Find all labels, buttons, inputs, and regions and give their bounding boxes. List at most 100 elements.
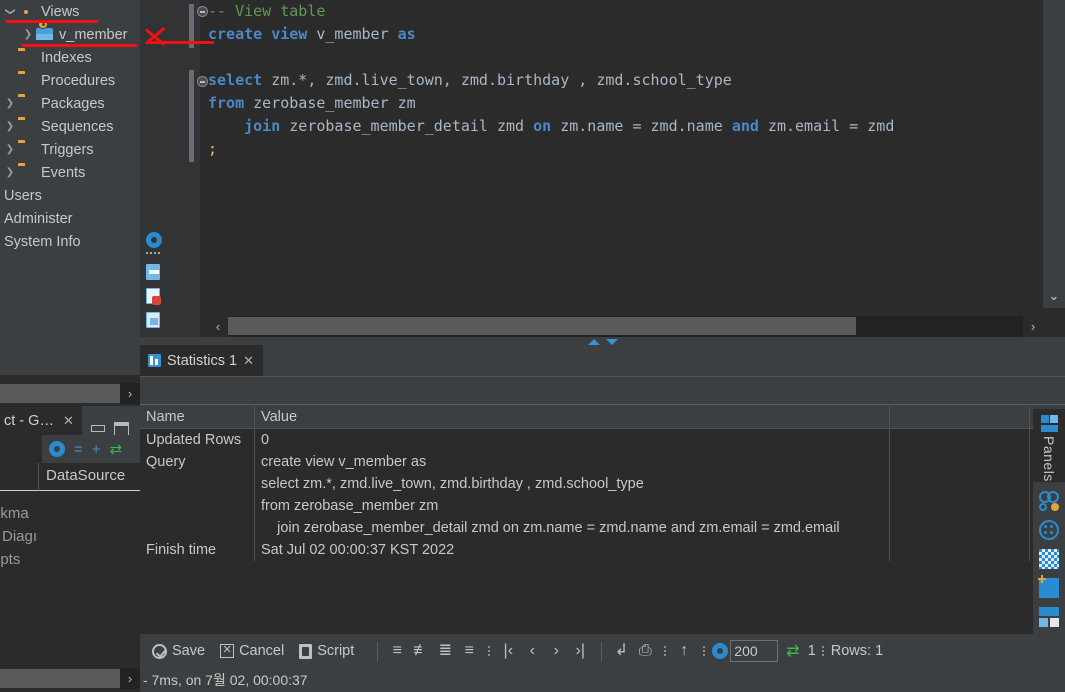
fetch-all-icon[interactable]: ⎙: [634, 641, 656, 661]
bg-tab[interactable]: ct - G… ✕: [0, 406, 82, 435]
config-gear-icon[interactable]: [712, 643, 729, 659]
cell-extra[interactable]: [890, 451, 1030, 473]
cell-value[interactable]: select zm.*, zmd.live_town, zmd.birthday…: [255, 473, 890, 495]
column-header-name[interactable]: Name: [140, 406, 255, 428]
export-icon[interactable]: ↑: [673, 641, 695, 661]
hscroll-thumb[interactable]: [228, 317, 857, 335]
gear-icon[interactable]: [146, 232, 164, 250]
relations-icon[interactable]: [1039, 490, 1059, 511]
overflow-dots-1[interactable]: [488, 642, 491, 661]
tree-item-indexes[interactable]: ❯Indexes: [0, 46, 140, 69]
previous-page-icon[interactable]: ‹: [521, 641, 543, 661]
hscroll-right-arrow[interactable]: ›: [1023, 316, 1043, 337]
chevron-right-icon[interactable]: ❯: [2, 121, 18, 132]
export-document-icon[interactable]: [146, 264, 164, 282]
minus-icon[interactable]: =: [74, 441, 83, 458]
sql-editor[interactable]: -- View table create view v_member as sel…: [140, 0, 1065, 340]
next-page-icon[interactable]: ›: [545, 641, 567, 661]
bg-item-okma[interactable]: okma: [0, 505, 29, 522]
bg-scrollbar-bottom[interactable]: ›: [0, 668, 140, 689]
error-document-icon[interactable]: [146, 288, 164, 306]
editor-vertical-scrollbar[interactable]: ⌄: [1043, 0, 1065, 308]
table-row[interactable]: Query create view v_member as: [140, 451, 1033, 473]
fetch-next-icon[interactable]: ↲: [610, 641, 632, 661]
cell-value[interactable]: Sat Jul 02 00:00:37 KST 2022: [255, 539, 890, 561]
add-row-icon[interactable]: ≢: [410, 641, 432, 661]
bg-toolbar[interactable]: = + ⇄: [0, 435, 140, 463]
cell-extra[interactable]: [890, 429, 1030, 451]
tab-statistics-1[interactable]: Statistics 1 ✕: [140, 345, 264, 376]
layout-icon[interactable]: [1039, 606, 1059, 627]
panels-rail[interactable]: Panels: [1033, 409, 1065, 668]
overflow-dots-2[interactable]: [664, 642, 667, 661]
table-row[interactable]: select zm.*, zmd.live_town, zmd.birthday…: [140, 473, 1033, 495]
cell-value[interactable]: 0: [255, 429, 890, 451]
cell-extra[interactable]: [890, 539, 1030, 561]
tree-item-v_member[interactable]: ❯ v_member: [0, 19, 140, 46]
cell-name[interactable]: [140, 473, 255, 495]
column-header-extra[interactable]: [890, 406, 1030, 428]
chevron-right-icon[interactable]: ❯: [2, 144, 18, 155]
chevron-right-icon[interactable]: ❯: [20, 29, 36, 40]
editor-gutter[interactable]: [140, 0, 208, 340]
bg-item-diagram[interactable]: Diagı: [2, 528, 37, 545]
results-tabstrip[interactable]: Statistics 1 ✕: [140, 345, 1065, 377]
nav-item-administer[interactable]: Administer: [0, 207, 140, 230]
save-button[interactable]: Save: [152, 643, 214, 659]
hscroll-track[interactable]: [228, 316, 1023, 337]
fold-toggle-1[interactable]: [197, 6, 208, 17]
table-row[interactable]: Updated Rows 0: [140, 429, 1033, 451]
panel-splitter[interactable]: [140, 337, 1065, 346]
nav-item-system-info[interactable]: System Info: [0, 230, 140, 253]
cell-value[interactable]: join zerobase_member_detail zmd on zm.na…: [255, 517, 890, 539]
bg-tabstrip[interactable]: ct - G… ✕: [0, 406, 140, 440]
delete-row-icon[interactable]: ≡: [458, 641, 480, 661]
background-window[interactable]: › ct - G… ✕ = + ⇄ DataSource okma Diagı …: [0, 375, 140, 692]
cancel-button[interactable]: ✕ Cancel: [220, 643, 293, 659]
bg-scroll-right-arrow-top[interactable]: ›: [120, 383, 140, 404]
cell-extra[interactable]: [890, 473, 1030, 495]
last-page-icon[interactable]: ›|: [569, 641, 591, 661]
sql-code-area[interactable]: -- View table create view v_member as sel…: [208, 0, 1043, 300]
add-grid-icon[interactable]: [1038, 574, 1059, 598]
chevron-right-icon[interactable]: ❯: [2, 167, 18, 178]
cell-name[interactable]: Finish time: [140, 539, 255, 561]
database-navigator-tree[interactable]: ❯Views❯v_member❯Indexes❯Procedures❯Packa…: [0, 0, 140, 375]
swap-icon[interactable]: ⇄: [110, 440, 123, 458]
fetch-size-input[interactable]: [730, 640, 779, 662]
chevron-down-icon[interactable]: ❯: [5, 4, 16, 20]
splitter-up-arrow[interactable]: [588, 339, 600, 345]
overflow-dots-4[interactable]: [821, 642, 825, 661]
duplicate-row-icon[interactable]: ≣: [434, 641, 456, 661]
statistics-grid[interactable]: Name Value Updated Rows 0 Query create vie…: [140, 406, 1033, 634]
overflow-dots-3[interactable]: [703, 642, 706, 661]
refresh-icon[interactable]: ⇄: [786, 641, 799, 661]
table-row[interactable]: join zerobase_member_detail zmd on zm.na…: [140, 517, 1033, 539]
editor-horizontal-scrollbar[interactable]: ‹ ›: [208, 316, 1043, 337]
cell-extra[interactable]: [890, 495, 1030, 517]
image-document-icon[interactable]: [146, 312, 164, 330]
table-row[interactable]: Finish time Sat Jul 02 00:00:37 KST 2022: [140, 539, 1033, 561]
cell-value[interactable]: create view v_member as: [255, 451, 890, 473]
bg-scroll-right-arrow-bottom[interactable]: ›: [120, 668, 140, 689]
cell-value[interactable]: from zerobase_member zm: [255, 495, 890, 517]
close-icon[interactable]: ✕: [243, 353, 254, 369]
bg-tab-close-icon[interactable]: ✕: [63, 413, 74, 429]
checker-grid-icon[interactable]: [1039, 548, 1059, 569]
nav-item-users[interactable]: Users: [0, 184, 140, 207]
cell-name[interactable]: Updated Rows: [140, 429, 255, 451]
table-row[interactable]: from zerobase_member zm: [140, 495, 1033, 517]
first-page-icon[interactable]: |‹: [497, 641, 519, 661]
chevron-right-icon[interactable]: ❯: [2, 98, 18, 109]
grid-dots-icon[interactable]: [1039, 519, 1059, 540]
cell-extra[interactable]: [890, 517, 1030, 539]
tree-item-triggers[interactable]: ❯ Triggers: [0, 138, 140, 161]
hscroll-left-arrow[interactable]: ‹: [208, 316, 228, 337]
minimize-button[interactable]: [90, 422, 105, 435]
scroll-down-arrow[interactable]: ⌄: [1043, 286, 1065, 306]
fold-toggle-2[interactable]: [197, 76, 208, 87]
results-bottom-toolbar[interactable]: Save ✕ Cancel Script ≡ ≢ ≣ ≡ |‹ ‹ › ›| ↲…: [140, 634, 1033, 668]
tree-item-sequences[interactable]: ❯ Sequences: [0, 115, 140, 138]
tree-item-events[interactable]: ❯ Events: [0, 161, 140, 184]
tree-item-packages[interactable]: ❯ Packages: [0, 92, 140, 115]
